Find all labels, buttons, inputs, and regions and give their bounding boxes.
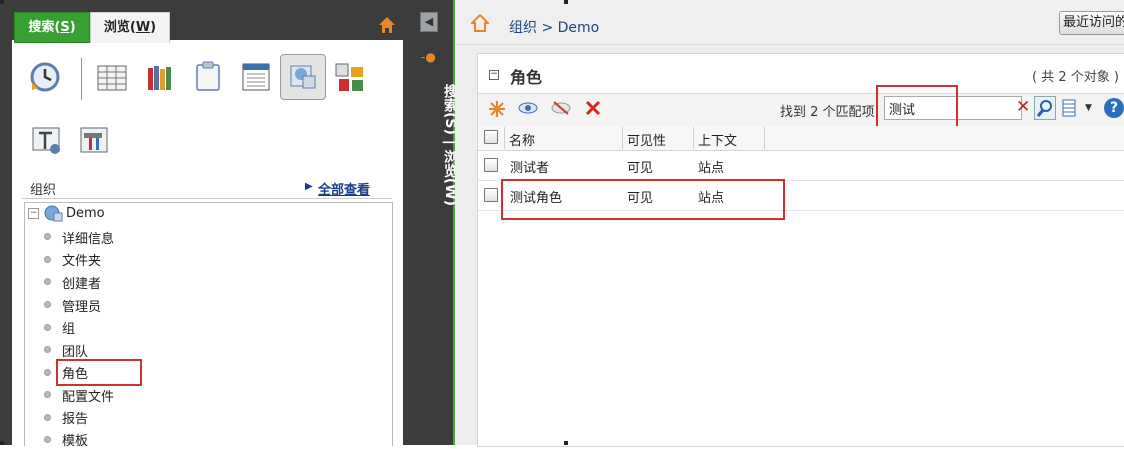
grouping-icon[interactable] xyxy=(334,62,366,94)
tree-item-teams[interactable]: 团队 xyxy=(62,341,88,360)
highlight-annotation xyxy=(56,359,142,386)
search-icon[interactable] xyxy=(1034,96,1056,120)
new-item-icon[interactable] xyxy=(488,100,506,118)
tab-search-label: 搜索( xyxy=(28,20,61,35)
highlight-annotation xyxy=(501,179,785,220)
help-icon[interactable]: ? xyxy=(1104,98,1124,118)
vertical-tab-label[interactable]: 搜索(S) | 浏览(W) xyxy=(400,84,460,234)
tab-browse-key: W xyxy=(135,20,151,35)
tree-item-templates[interactable]: 模板 xyxy=(62,430,88,449)
column-divider xyxy=(504,127,505,149)
tree-item-groups[interactable]: 组 xyxy=(62,318,75,337)
crop-mark xyxy=(0,441,4,445)
bullet-icon xyxy=(44,369,51,376)
settings-tool-icon[interactable] xyxy=(30,125,64,157)
bullet-icon xyxy=(44,278,51,285)
bullet-icon xyxy=(44,391,51,398)
delete-icon[interactable] xyxy=(584,99,602,117)
bullet-icon xyxy=(44,233,51,240)
table-header xyxy=(478,126,1124,151)
tab-browse-suffix: ) xyxy=(150,20,157,35)
tab-search[interactable]: 搜索(S) xyxy=(14,12,90,43)
column-header-visibility[interactable]: 可见性 xyxy=(627,130,666,149)
tab-search-key: S xyxy=(60,20,70,35)
home-icon[interactable] xyxy=(378,16,396,34)
section-title: 角色 xyxy=(510,68,543,87)
clipboard-icon[interactable] xyxy=(194,60,222,92)
toolbar-separator xyxy=(81,58,82,100)
organization-node-icon xyxy=(44,205,63,222)
column-divider xyxy=(622,127,623,149)
view-all-link[interactable]: 全部查看 xyxy=(318,179,370,198)
column-divider xyxy=(693,127,694,149)
collapse-toggle-icon[interactable]: − xyxy=(28,208,39,219)
collapse-section-icon[interactable]: − xyxy=(489,70,499,80)
tree-item-creators[interactable]: 创建者 xyxy=(62,273,101,292)
row-checkbox[interactable] xyxy=(484,188,498,202)
tree-item-profiles[interactable]: 配置文件 xyxy=(62,386,114,405)
admin-tools-icon[interactable] xyxy=(78,125,112,157)
home-icon[interactable] xyxy=(471,14,489,32)
chevron-right-icon: ▶ xyxy=(305,181,313,192)
cell-context: 站点 xyxy=(698,161,725,176)
cell-name[interactable]: 测试者 xyxy=(510,157,549,176)
library-icon[interactable] xyxy=(145,62,175,92)
bullet-icon xyxy=(44,301,51,308)
tree-item-admins[interactable]: 管理员 xyxy=(62,296,101,315)
match-count: 找到 2 个匹配项 xyxy=(780,105,875,120)
breadcrumb[interactable]: 组织 > Demo xyxy=(509,17,599,37)
recently-visited-button[interactable]: 最近访问的 xyxy=(1059,11,1124,35)
table-grid-icon[interactable] xyxy=(96,64,128,92)
divider xyxy=(22,198,392,199)
collapse-panel-icon[interactable]: ◀ xyxy=(420,12,438,32)
column-header-context[interactable]: 上下文 xyxy=(698,130,737,149)
view-icon[interactable] xyxy=(518,101,538,115)
list-view-icon[interactable] xyxy=(241,62,271,92)
tree-item-reports[interactable]: 报告 xyxy=(62,408,88,427)
row-checkbox[interactable] xyxy=(484,158,498,172)
tab-browse[interactable]: 浏览(W) xyxy=(90,12,170,43)
crop-mark xyxy=(564,441,568,445)
org-section-label: 组织 xyxy=(30,183,57,198)
bullet-icon xyxy=(44,256,51,263)
bullet-icon xyxy=(44,436,51,443)
hide-icon[interactable] xyxy=(551,100,571,116)
crop-mark xyxy=(564,0,568,4)
tab-browse-label: 浏览( xyxy=(103,20,136,35)
column-divider xyxy=(764,127,765,149)
tree-item-folders[interactable]: 文件夹 xyxy=(62,250,101,269)
clear-filter-icon[interactable]: ✕ xyxy=(1016,97,1030,117)
select-all-checkbox[interactable] xyxy=(484,130,498,144)
tree-item-details[interactable]: 详细信息 xyxy=(62,228,114,247)
bullet-icon xyxy=(44,346,51,353)
table-row[interactable] xyxy=(478,151,1124,181)
bullet-icon xyxy=(44,324,51,331)
chevron-down-icon[interactable]: ▼ xyxy=(1085,103,1092,113)
pin-icon[interactable]: -● xyxy=(421,50,436,64)
tab-search-suffix: ) xyxy=(69,20,76,35)
object-count: ( 共 2 个对象 ) xyxy=(1032,70,1119,85)
column-header-name[interactable]: 名称 xyxy=(509,130,535,149)
history-icon[interactable] xyxy=(28,60,62,94)
cell-visibility: 可见 xyxy=(627,161,654,176)
columns-icon[interactable] xyxy=(1062,99,1076,117)
bullet-icon xyxy=(44,414,51,421)
crop-mark xyxy=(0,0,4,4)
tree-root-demo[interactable]: Demo xyxy=(66,206,105,221)
organization-icon xyxy=(290,65,316,89)
